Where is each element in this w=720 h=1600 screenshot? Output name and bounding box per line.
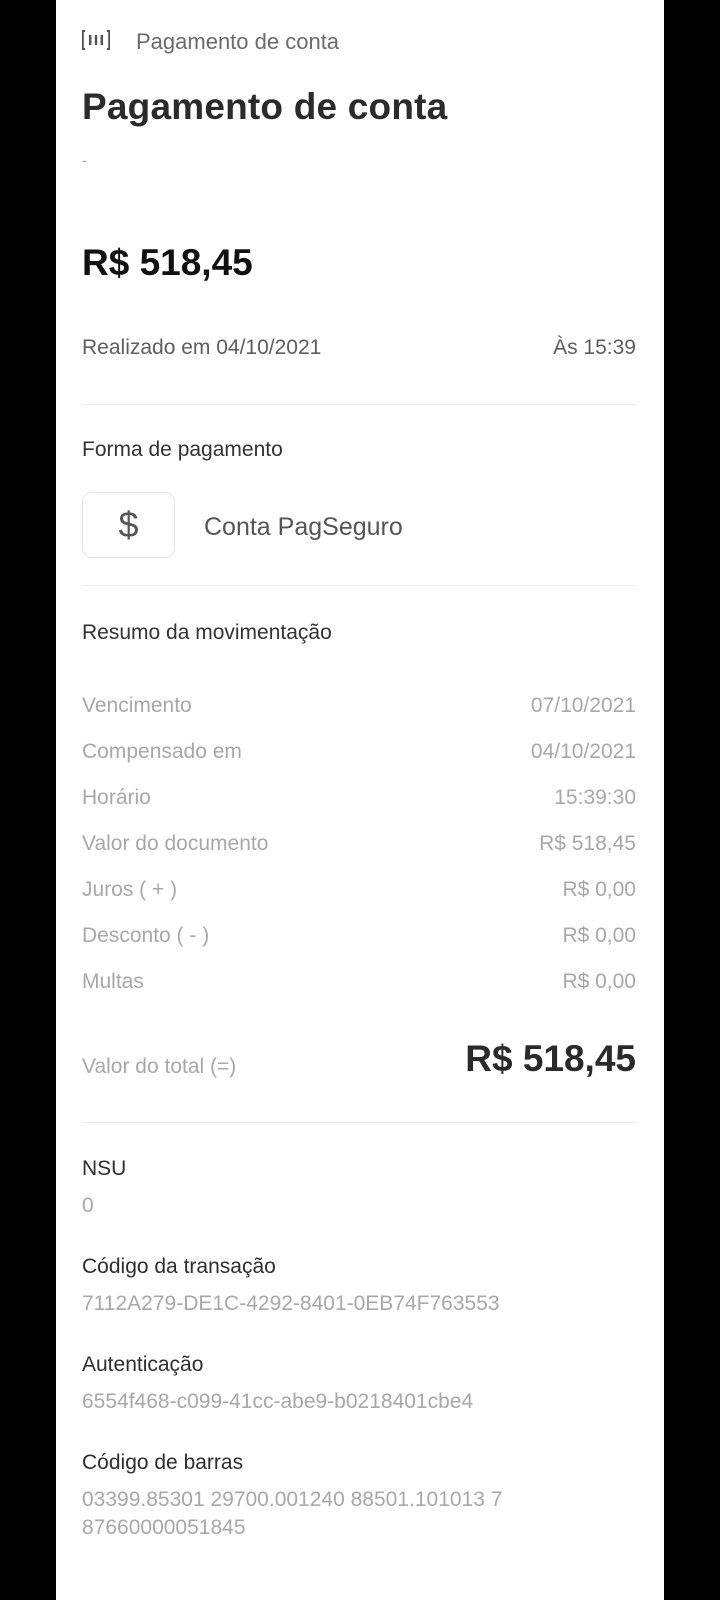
barcode-value[interactable]: 03399.85301 29700.001240 88501.101013 7 … [82,1486,622,1542]
realizado-time: Às 15:39 [553,336,636,359]
summary-row-label: Vencimento [82,694,192,717]
dollar-icon: $ [118,504,139,545]
total-label: Valor do total (=) [82,1055,237,1078]
header-title: Pagamento de conta [136,29,340,54]
summary-heading: Resumo da movimentação [82,621,332,644]
divider [82,585,637,586]
payment-amount: R$ 518,45 [82,242,253,283]
nsu-value: 0 [82,1194,94,1217]
summary-row-value: R$ 0,00 [562,878,636,901]
receipt-sheet: Pagamento de conta Pagamento de conta - … [56,0,664,1600]
divider [82,1122,637,1123]
transaction-code-value[interactable]: 7112A279-DE1C-4292-8401-0EB74F763553 [82,1290,622,1318]
payment-method-card: $ [82,492,175,558]
divider [82,404,637,405]
barcode-label: Código de barras [82,1451,244,1474]
barcode-icon [82,30,110,50]
summary-row-label: Valor do documento [82,832,269,855]
authentication-label: Autenticação [82,1353,204,1376]
page-subtitle: - [82,152,87,168]
realizado-date: Realizado em 04/10/2021 [82,336,322,359]
summary-row-value: R$ 0,00 [562,924,636,947]
summary-row-label: Multas [82,970,144,993]
summary-row-value: R$ 0,00 [562,970,636,993]
authentication-value[interactable]: 6554f468-c099-41cc-abe9-b0218401cbe4 [82,1388,622,1416]
summary-row-label: Juros ( + ) [82,878,178,901]
summary-row-label: Compensado em [82,740,242,763]
summary-row-value: 04/10/2021 [530,740,636,763]
nsu-label: NSU [82,1157,127,1180]
transaction-code-label: Código da transação [82,1255,276,1278]
total-value: R$ 518,45 [465,1038,636,1079]
payment-method-heading: Forma de pagamento [82,438,283,461]
summary-row-label: Desconto ( - ) [82,924,210,947]
payment-method-name: Conta PagSeguro [204,513,403,541]
summary-row-value: 15:39:30 [554,786,636,809]
summary-row-value: 07/10/2021 [530,694,636,717]
summary-row-value: R$ 518,45 [539,832,636,855]
page-title: Pagamento de conta [82,86,448,127]
summary-row-label: Horário [82,786,151,809]
